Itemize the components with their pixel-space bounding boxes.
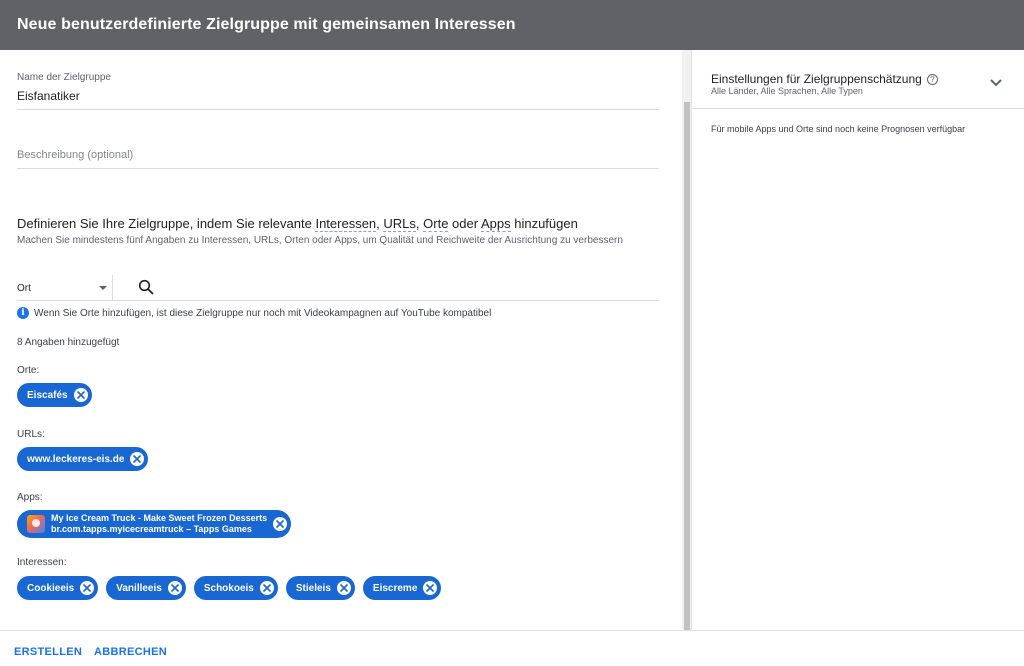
places-chips: Eiscafés bbox=[17, 383, 92, 407]
apps-link[interactable]: Apps bbox=[480, 216, 511, 232]
dialog-title: Neue benutzerdefinierte Zielgruppe mit g… bbox=[17, 16, 516, 33]
app-chip[interactable]: My Ice Cream Truck - Make Sweet Frozen D… bbox=[17, 510, 292, 538]
create-button[interactable]: ERSTELLEN bbox=[14, 646, 82, 658]
cancel-button[interactable]: ABBRECHEN bbox=[94, 646, 167, 658]
interest-chip[interactable]: Stieleis bbox=[285, 576, 355, 600]
interests-link[interactable]: Interessen bbox=[315, 216, 377, 232]
description-field[interactable]: Beschreibung (optional) bbox=[17, 149, 659, 169]
estimate-divider bbox=[692, 108, 1024, 109]
urls-group-label: URLs: bbox=[17, 429, 45, 440]
help-icon[interactable]: ? bbox=[926, 73, 938, 85]
define-title: Definieren Sie Ihre Zielgruppe, indem Si… bbox=[17, 216, 578, 232]
remove-icon[interactable] bbox=[273, 517, 288, 531]
app-id: br.com.tapps.myicecreamtruck – Tapps Gam… bbox=[51, 524, 252, 534]
apps-group-label: Apps: bbox=[17, 492, 43, 503]
dialog-header: Neue benutzerdefinierte Zielgruppe mit g… bbox=[0, 0, 1024, 50]
main-form: Name der Zielgruppe Eisfanatiker Beschre… bbox=[0, 50, 682, 630]
type-select[interactable]: Ort bbox=[17, 275, 113, 301]
remove-icon[interactable] bbox=[167, 581, 182, 595]
remove-icon[interactable] bbox=[336, 581, 351, 595]
items-count: 8 Angaben hinzugefügt bbox=[17, 337, 120, 348]
apps-chips: My Ice Cream Truck - Make Sweet Frozen D… bbox=[17, 510, 292, 538]
estimate-note: Für mobile Apps und Orte sind noch keine… bbox=[711, 124, 966, 134]
interests-chips: Cookieeis Vanilleeis Schokoeis Stieleis … bbox=[17, 576, 442, 600]
urls-chips: www.leckeres-eis.de bbox=[17, 447, 149, 471]
chevron-down-icon[interactable] bbox=[989, 78, 1003, 88]
remove-icon[interactable] bbox=[259, 581, 274, 595]
info-message: i Wenn Sie Orte hinzufügen, ist diese Zi… bbox=[17, 307, 491, 319]
remove-icon[interactable] bbox=[130, 452, 145, 466]
remove-icon[interactable] bbox=[73, 388, 88, 402]
place-chip[interactable]: Eiscafés bbox=[17, 383, 92, 407]
url-chip[interactable]: www.leckeres-eis.de bbox=[17, 447, 149, 471]
define-subtitle: Machen Sie mindestens fünf Angaben zu In… bbox=[17, 235, 623, 246]
footer-divider bbox=[0, 630, 1024, 631]
estimate-panel: Einstellungen für Zielgruppenschätzung ?… bbox=[692, 50, 1024, 630]
interest-chip[interactable]: Eiscreme bbox=[362, 576, 442, 600]
search-row: Ort bbox=[17, 275, 659, 301]
remove-icon[interactable] bbox=[80, 581, 95, 595]
scrollbar-thumb[interactable] bbox=[684, 102, 690, 630]
info-text: Wenn Sie Orte hinzufügen, ist diese Ziel… bbox=[34, 307, 492, 319]
interest-chip[interactable]: Vanilleeis bbox=[106, 576, 186, 600]
caret-down-icon bbox=[99, 286, 107, 290]
app-thumbnail-icon bbox=[27, 515, 45, 533]
info-icon: i bbox=[17, 307, 29, 319]
name-field-value[interactable]: Eisfanatiker bbox=[17, 89, 659, 103]
estimate-subtitle: Alle Länder, Alle Sprachen, Alle Typen bbox=[711, 86, 863, 96]
places-group-label: Orte: bbox=[17, 365, 40, 376]
description-placeholder[interactable]: Beschreibung (optional) bbox=[17, 149, 659, 161]
search-icon[interactable] bbox=[138, 279, 154, 295]
urls-link[interactable]: URLs bbox=[383, 216, 416, 232]
remove-icon[interactable] bbox=[423, 581, 438, 595]
places-link[interactable]: Orte bbox=[423, 216, 449, 232]
type-select-value: Ort bbox=[17, 283, 31, 294]
interest-chip[interactable]: Schokoeis bbox=[193, 576, 278, 600]
estimate-title: Einstellungen für Zielgruppenschätzung bbox=[711, 72, 922, 86]
name-field[interactable]: Name der Zielgruppe Eisfanatiker bbox=[17, 72, 659, 110]
interest-chip[interactable]: Cookieeis bbox=[17, 576, 99, 600]
name-field-label: Name der Zielgruppe bbox=[17, 72, 111, 83]
estimate-header[interactable]: Einstellungen für Zielgruppenschätzung ? bbox=[711, 72, 938, 86]
app-name: My Ice Cream Truck - Make Sweet Frozen D… bbox=[51, 513, 268, 523]
interests-group-label: Interessen: bbox=[17, 557, 67, 568]
